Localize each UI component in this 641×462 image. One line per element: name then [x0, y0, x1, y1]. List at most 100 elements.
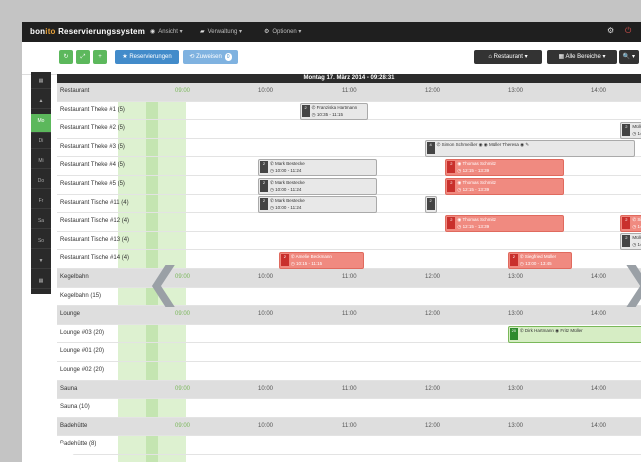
reservation-time: ◷ 12:15 - 13:39	[457, 167, 490, 173]
reservation-event[interactable]: 2✆ Siegfried Meier◷ 14:30 - 15:	[620, 214, 641, 232]
reservation-info: Müller T.◷ 14:30 -	[632, 234, 641, 248]
add-button[interactable]: +	[93, 50, 107, 64]
reservation-time: ◷ 14:30 - 15:	[632, 223, 641, 229]
reservation-time: ◷ 10:15 - 11:15	[290, 260, 323, 266]
time-tick: 13:00	[508, 385, 524, 392]
reservation-event[interactable]: 2 ✆ Mark Bestecke ◷ 10:00 - 11:24	[258, 196, 377, 214]
reservation-event[interactable]: 20 ✆ Dirk Hartmann ◉ Fritz Müller	[507, 326, 641, 344]
reservation-info: ✆ Siegfried Müller ◷ 13:00 - 13:45	[520, 253, 556, 267]
guest-count-badge: 2	[509, 253, 518, 266]
reservation-guest: ✆ Mark Bestecke	[270, 198, 305, 204]
sidebar-day-1[interactable]: ▲	[31, 94, 51, 109]
row-label: Kegelbahn (15)	[60, 292, 102, 299]
day-sidebar: ▦ ▲ Mo Di Mi Do Fr Sa So ▼ ▦	[31, 72, 51, 294]
guest-count-badge: 20	[509, 328, 518, 341]
time-tick: 13:00	[508, 274, 524, 280]
reservation-event[interactable]: 4 ✆ Simon Schmeißer ◉ ◉ Müller Theresa ◉ …	[424, 140, 635, 158]
row-label: Lounge #02 (20)	[60, 367, 105, 373]
time-tick: 10:00	[258, 88, 274, 94]
date-header: Montag 17. März 2014 - 09:28:31	[57, 74, 641, 83]
row-label: Lounge	[60, 311, 81, 318]
time-tick: 12:00	[425, 88, 441, 94]
prev-arrow-icon[interactable]: ❮	[146, 262, 181, 304]
time-tick: 13:00	[508, 422, 524, 429]
time-tick: 14:00	[591, 422, 607, 429]
time-tick: 14:00	[591, 311, 607, 318]
reservation-time: ◷ 13:00 - 13:45	[519, 260, 552, 266]
time-tick: 10:00	[258, 274, 274, 280]
resource-row: Lounge #01 (20)	[57, 343, 641, 362]
reservation-event[interactable]: 2Müller T.◷ 14:30 -	[620, 121, 641, 139]
filter-button[interactable]: ▦ Alle Bereiche ▾	[547, 50, 617, 64]
sidebar-day-4[interactable]: Mi	[31, 154, 51, 169]
sidebar-day-10[interactable]: ▦	[31, 274, 51, 289]
sidebar-day-9[interactable]: ▼	[31, 254, 51, 269]
guest-count-badge: 2	[260, 160, 268, 173]
reservation-event[interactable]: 2 ✆ Mark Bestecke ◷ 10:00 - 11:24	[258, 177, 377, 195]
expand-button[interactable]: ⤢	[76, 50, 90, 64]
reservation-info: ✆ Mark Bestecke ◷ 10:00 - 11:24	[270, 179, 305, 193]
reservation-event[interactable]: 2 ✆ Franziska Hartmann ◷ 10:35 - 11:15	[299, 103, 369, 121]
group-row: Lounge 09:00 10:00 11:00 12:00 13:00 14:00	[57, 306, 641, 325]
reservation-info: ✆ Simon Schmeißer ◉ ◉ Müller Theresa ◉ ✎	[437, 141, 530, 148]
reservation-event[interactable]: 2 ✆ Siegfried Müller ◷ 13:00 - 13:45	[507, 251, 573, 269]
reservation-guest: ✆ Siegfried Müller	[519, 253, 557, 259]
reservation-event[interactable]: 2 ◉ Thomas Schmitz ◷ 12:15 - 13:39	[445, 214, 565, 232]
brand-logo[interactable]: bonito Reservierungssystem	[30, 27, 145, 36]
app-window: bonito Reservierungssystem ◉ Ansicht ▾ ▰ Ve…	[22, 22, 641, 462]
power-icon[interactable]: ⏻	[625, 26, 631, 36]
reservation-event[interactable]: 2Müller T.◷ 14:30 -	[620, 233, 641, 251]
search-button[interactable]: 🔍 ▾	[619, 50, 639, 64]
time-tick: 12:00	[425, 274, 441, 280]
reservation-time: ◷ 10:00 - 11:24	[270, 167, 302, 173]
time-tick: 11:00	[342, 311, 357, 318]
sidebar-day-7[interactable]: Sa	[31, 214, 51, 229]
row-label: Restaurant Theke #5 (5)	[60, 181, 125, 187]
time-tick: 14:00	[591, 274, 607, 280]
sidebar-day-5[interactable]: Do	[31, 174, 51, 189]
guest-count-badge: 2	[622, 123, 631, 136]
reservation-guest: ◉ Thomas Schmitz	[457, 160, 497, 166]
reservation-event[interactable]: 2	[424, 196, 437, 214]
next-arrow-icon[interactable]: ❯	[620, 262, 641, 304]
guest-count-badge: 2	[260, 179, 268, 192]
eye-icon: ◉	[150, 29, 156, 35]
nav-menu-label: Verwaltung ▾	[207, 29, 242, 35]
time-tick: 10:00	[258, 422, 274, 429]
resource-row: Lounge #02 (20)	[57, 362, 641, 381]
time-tick: 13:00	[508, 311, 524, 318]
sidebar-day-3[interactable]: Di	[31, 134, 51, 149]
nav-menu-0[interactable]: ◉ Ansicht ▾	[150, 28, 183, 35]
settings-icon[interactable]: ⚙	[607, 26, 614, 35]
sidebar-day-8[interactable]: So	[31, 234, 51, 249]
time-tick: 14:00	[591, 385, 607, 392]
home-button[interactable]: ⌂ Restaurant ▾	[474, 50, 542, 64]
row-label: Lounge #03 (20)	[60, 329, 105, 336]
reservation-info: ◉ Thomas Schmitz ◷ 12:15 - 13:39	[457, 160, 496, 174]
refresh-button-label: ↻	[63, 54, 69, 60]
time-tick: 13:00	[508, 88, 524, 94]
row-label: Restaurant Theke #4 (5)	[60, 162, 125, 169]
nav-menu-1[interactable]: ▰ Verwaltung ▾	[200, 28, 242, 35]
nav-menu-2[interactable]: ⚙ Optionen ▾	[264, 28, 301, 35]
resource-row: Badehütte (8)	[57, 436, 641, 455]
reservation-event[interactable]: 2 ◉ Thomas Schmitz ◷ 12:15 - 13:39	[445, 158, 565, 176]
reservation-event[interactable]: 2 ◉ Thomas Schmitz ◷ 12:15 - 13:39	[445, 177, 565, 195]
reservation-event[interactable]: 2 ✆ Mark Bestecke ◷ 10:00 - 11:24	[258, 158, 377, 176]
sidebar-day-0[interactable]: ▦	[31, 74, 51, 89]
guest-count-badge: 2	[426, 198, 435, 211]
refresh-button[interactable]: ↻	[59, 50, 73, 64]
row-label: Restaurant Tische #12 (4)	[60, 218, 130, 225]
sidebar-day-2[interactable]: Mo	[31, 114, 51, 133]
nav-menu-label: Ansicht ▾	[158, 29, 183, 35]
reservation-event[interactable]: 2 ✆ Amelie Beckmann ◷ 10:15 - 11:15	[278, 251, 365, 269]
time-tick: 12:00	[425, 311, 441, 318]
waitlist-button[interactable]: ⟲ Zuweisen 0	[183, 50, 238, 64]
sidebar-day-6[interactable]: Fr	[31, 194, 51, 209]
search-button-label: 🔍 ▾	[622, 54, 636, 60]
new-reservation-button[interactable]: ★ Reservierungen	[115, 50, 179, 64]
time-tick: 10:00	[258, 385, 274, 392]
reservation-guest: ✆ Mark Bestecke	[270, 160, 305, 166]
time-tick: 11:00	[342, 422, 357, 429]
reservation-info: ✆ Mark Bestecke ◷ 10:00 - 11:24	[270, 160, 305, 174]
